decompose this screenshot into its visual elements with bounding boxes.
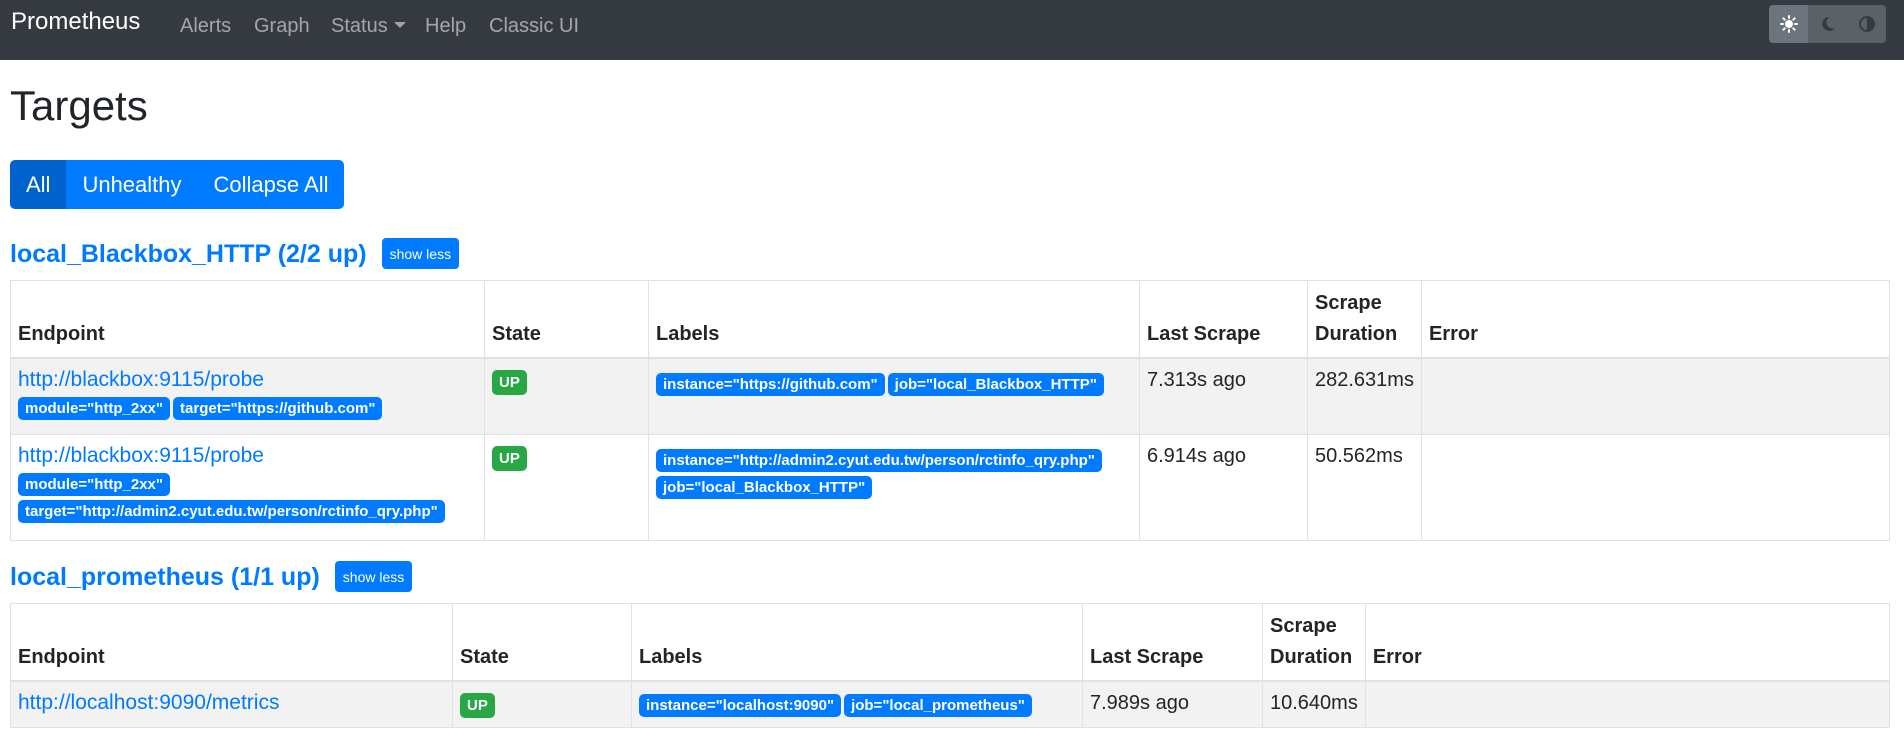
state-cell: UP (484, 433, 649, 541)
label-badge: instance="https://github.com" (656, 373, 885, 396)
labels-cell: instance="http://admin2.cyut.edu.tw/pers… (648, 433, 1140, 541)
labels-cell: instance="https://github.com" job="local_… (648, 357, 1140, 435)
nav-help-link[interactable]: Help (425, 14, 466, 38)
label-badge: job="local_Blackbox_HTTP" (887, 373, 1104, 396)
nav-graph-link[interactable]: Graph (254, 14, 310, 38)
column-header-scrape-duration: Scrape Duration (1262, 603, 1366, 682)
table-header-row: Endpoint State Labels Last Scrape Scrape… (10, 280, 1891, 359)
show-less-button[interactable]: show less (334, 561, 413, 592)
job-title-link[interactable]: local_prometheus (1/1 up) (10, 562, 320, 592)
top-navbar: Prometheus Alerts Graph Status Help Clas… (0, 0, 1904, 60)
column-header-labels: Labels (648, 280, 1140, 359)
labels-cell: instance="localhost:9090" job="local_prom… (631, 680, 1083, 728)
job-title-link[interactable]: local_Blackbox_HTTP (2/2 up) (10, 239, 367, 269)
nav-classic-ui-link[interactable]: Classic UI (489, 14, 579, 38)
nav-status-dropdown[interactable]: Status (331, 14, 406, 38)
theme-auto-button[interactable] (1847, 5, 1886, 43)
endpoint-label-badge: module="http_2xx" (18, 472, 171, 496)
error-cell (1420, 433, 1891, 541)
state-up-badge: UP (492, 370, 527, 395)
column-header-state: State (452, 603, 632, 682)
scrape-duration-cell: 10.640ms (1262, 680, 1366, 728)
targets-table: Endpoint State Labels Last Scrape Scrape… (10, 280, 1891, 541)
label-badge: job="local_prometheus" (844, 694, 1032, 717)
column-header-error: Error (1420, 280, 1891, 359)
state-cell: UP (484, 357, 649, 435)
endpoint-link[interactable]: http://localhost:9090/metrics (18, 689, 279, 717)
last-scrape-cell: 6.914s ago (1139, 433, 1308, 541)
column-header-scrape-duration: Scrape Duration (1307, 280, 1422, 359)
column-header-last-scrape: Last Scrape (1082, 603, 1263, 682)
column-header-endpoint: Endpoint (10, 603, 453, 682)
nav-status-label: Status (331, 15, 388, 37)
endpoint-label-badge: target="https://github.com" (173, 397, 383, 420)
job-header: local_Blackbox_HTTP (2/2 up) show less (10, 238, 460, 269)
column-header-error: Error (1364, 603, 1891, 682)
table-row: http://blackbox:9115/probe module="http_… (10, 357, 1891, 435)
scrape-duration-cell: 282.631ms (1307, 357, 1422, 435)
state-up-badge: UP (460, 693, 495, 718)
column-header-endpoint: Endpoint (10, 280, 485, 359)
filter-all-button[interactable]: All (10, 160, 67, 209)
column-header-last-scrape: Last Scrape (1139, 280, 1308, 359)
label-badge: instance="localhost:9090" (639, 694, 842, 717)
error-cell (1420, 357, 1891, 435)
column-header-labels: Labels (631, 603, 1083, 682)
nav-alerts-link[interactable]: Alerts (180, 14, 231, 38)
sun-icon (1779, 15, 1798, 33)
endpoint-label-badge: module="http_2xx" (18, 397, 171, 420)
filter-unhealthy-button[interactable]: Unhealthy (66, 160, 198, 209)
brand-link[interactable]: Prometheus (11, 7, 140, 37)
show-less-button[interactable]: show less (381, 238, 460, 269)
label-badge: instance="http://admin2.cyut.edu.tw/pers… (656, 448, 1102, 472)
moon-icon (1821, 16, 1835, 31)
endpoint-cell: http://blackbox:9115/probe module="http_… (10, 433, 485, 541)
error-cell (1364, 680, 1891, 728)
table-row: http://blackbox:9115/probe module="http_… (10, 433, 1891, 541)
filter-button-group: All Unhealthy Collapse All (10, 160, 345, 209)
endpoint-label-badge: target="http://admin2.cyut.edu.tw/person… (18, 499, 445, 523)
theme-light-button[interactable] (1769, 5, 1808, 43)
column-header-state: State (484, 280, 649, 359)
endpoint-cell: http://localhost:9090/metrics (10, 680, 453, 728)
job-header: local_prometheus (1/1 up) show less (10, 561, 413, 592)
scrape-duration-cell: 50.562ms (1307, 433, 1422, 541)
table-row: http://localhost:9090/metrics UP instanc… (10, 680, 1891, 728)
targets-table: Endpoint State Labels Last Scrape Scrape… (10, 603, 1891, 728)
last-scrape-cell: 7.989s ago (1082, 680, 1263, 728)
label-badge: job="local_Blackbox_HTTP" (656, 475, 873, 499)
table-header-row: Endpoint State Labels Last Scrape Scrape… (10, 603, 1891, 682)
theme-toggle-group (1769, 5, 1886, 43)
state-up-badge: UP (492, 445, 527, 471)
collapse-all-button[interactable]: Collapse All (197, 160, 345, 209)
caret-down-icon (393, 22, 406, 28)
page-title: Targets (10, 82, 148, 129)
last-scrape-cell: 7.313s ago (1139, 357, 1308, 435)
theme-dark-button[interactable] (1808, 5, 1847, 43)
endpoint-link[interactable]: http://blackbox:9115/probe (18, 366, 264, 394)
endpoint-link[interactable]: http://blackbox:9115/probe (18, 442, 264, 470)
state-cell: UP (452, 680, 632, 728)
half-circle-icon (1858, 16, 1875, 32)
endpoint-cell: http://blackbox:9115/probe module="http_… (10, 357, 485, 435)
